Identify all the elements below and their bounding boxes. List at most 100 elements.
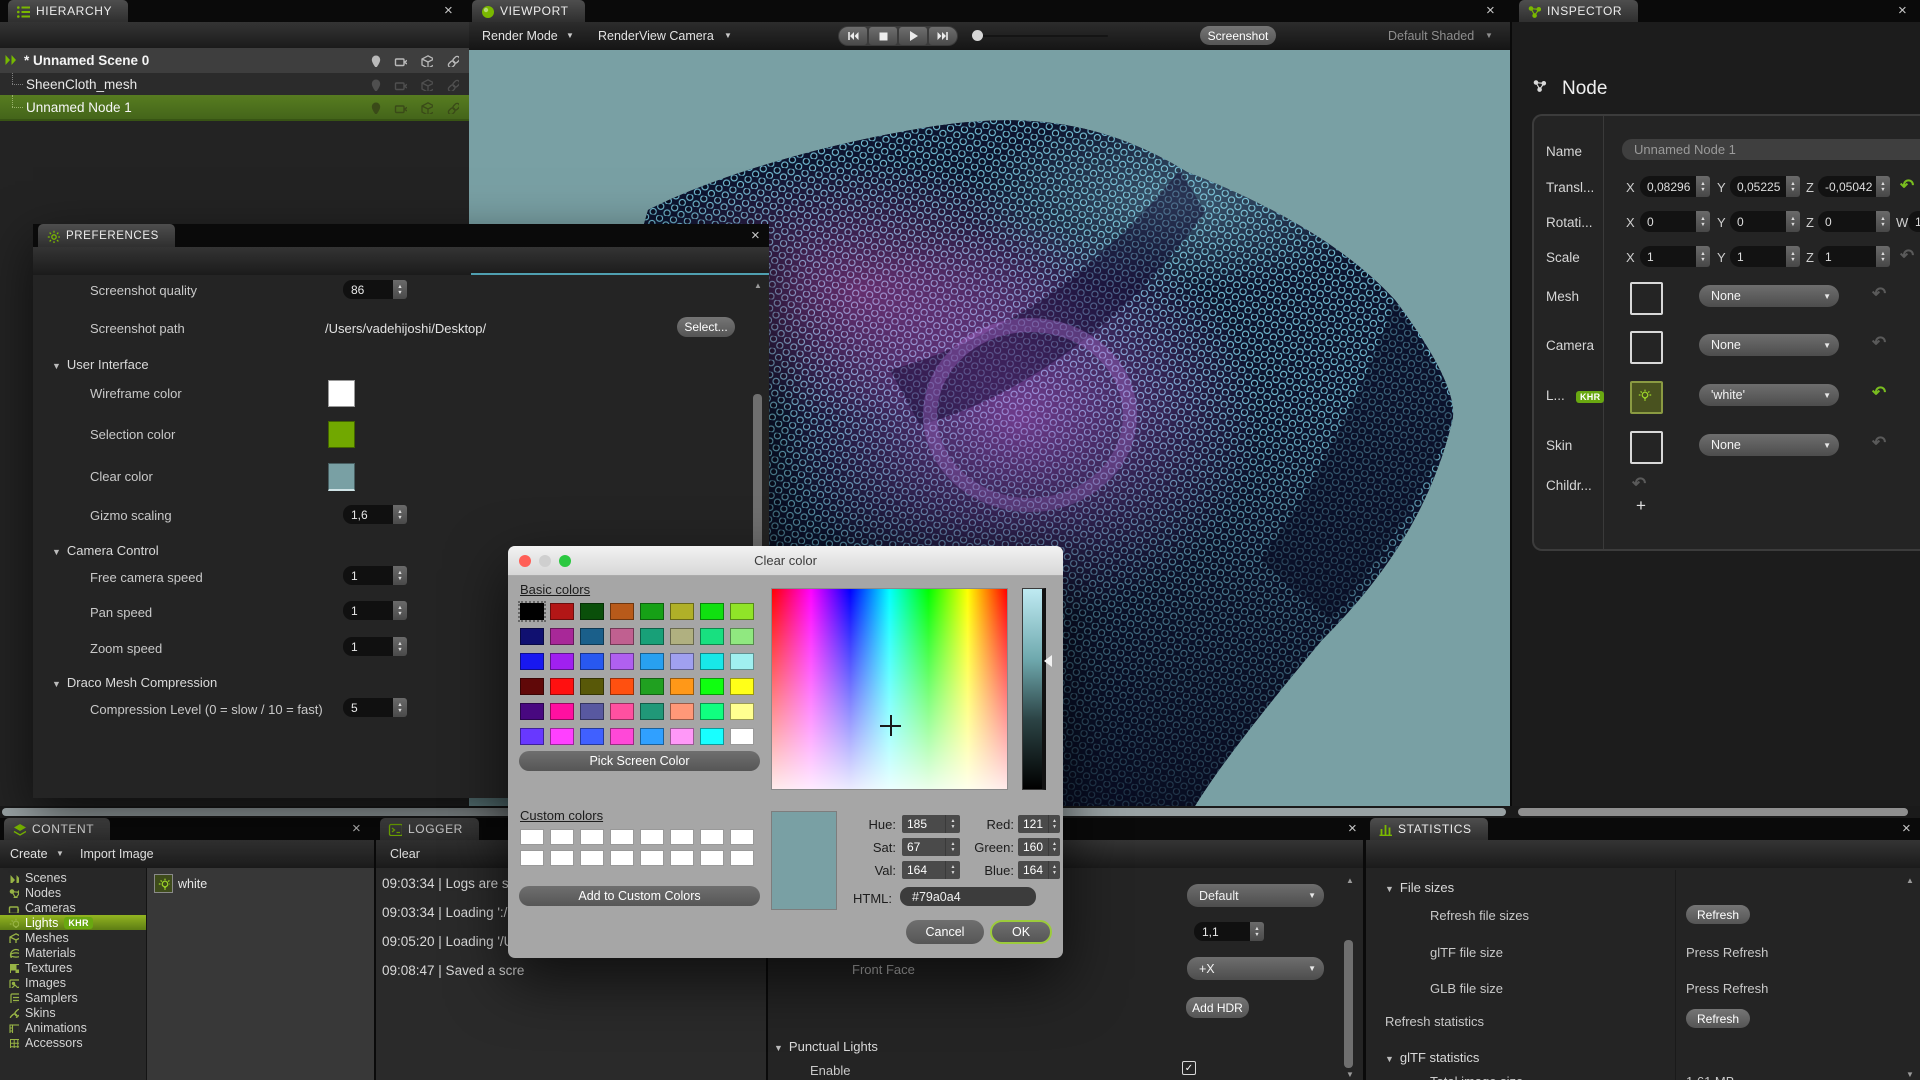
light-item-label[interactable]: white: [178, 877, 207, 891]
ok-button[interactable]: OK: [990, 920, 1052, 944]
basic-color-swatch[interactable]: [610, 628, 634, 645]
sidebar-item-scenes[interactable]: Scenes: [0, 870, 146, 885]
custom-color-swatch[interactable]: [580, 850, 604, 866]
sidebar-item-animations[interactable]: Animations: [0, 1020, 146, 1035]
link-icon[interactable]: [446, 101, 459, 114]
basic-color-swatch[interactable]: [610, 678, 634, 695]
link-icon[interactable]: [446, 78, 459, 91]
timeline-slider[interactable]: [975, 35, 1108, 37]
basic-color-swatch[interactable]: [640, 703, 664, 720]
custom-color-swatch[interactable]: [730, 829, 754, 845]
basic-color-swatch[interactable]: [550, 728, 574, 745]
basic-color-swatch[interactable]: [520, 628, 544, 645]
light-item-thumbnail[interactable]: [154, 874, 173, 893]
basic-color-swatch[interactable]: [670, 628, 694, 645]
compression-level-stepper[interactable]: 5▲▼: [343, 698, 407, 717]
basic-color-swatch[interactable]: [730, 728, 754, 745]
basic-color-swatch[interactable]: [550, 678, 574, 695]
pan-speed-stepper[interactable]: 1▲▼: [343, 601, 407, 620]
basic-color-swatch[interactable]: [730, 628, 754, 645]
hierarchy-row-scene[interactable]: * Unnamed Scene 0: [0, 48, 469, 73]
basic-color-swatch[interactable]: [640, 678, 664, 695]
basic-color-swatch[interactable]: [670, 653, 694, 670]
free-camera-speed-stepper[interactable]: 1▲▼: [343, 566, 407, 585]
basic-color-swatch[interactable]: [700, 653, 724, 670]
light-undo-icon[interactable]: ↶: [1872, 383, 1886, 403]
red-field[interactable]: 121▲▼: [1018, 815, 1060, 833]
video-camera-icon[interactable]: [394, 54, 407, 67]
basic-color-swatch[interactable]: [520, 653, 544, 670]
hue-field[interactable]: 185▲▼: [902, 815, 960, 833]
basic-color-swatch[interactable]: [610, 653, 634, 670]
skin-dropdown[interactable]: None▼: [1699, 434, 1839, 456]
tab-logger[interactable]: LOGGER: [380, 818, 479, 840]
tab-content[interactable]: CONTENT: [4, 818, 110, 840]
vertical-scrollbar[interactable]: [1344, 940, 1353, 1068]
basic-color-swatch[interactable]: [670, 728, 694, 745]
basic-color-swatch[interactable]: [670, 703, 694, 720]
rotation-y-field[interactable]: 0▲▼: [1730, 211, 1800, 232]
clear-color-swatch[interactable]: [328, 463, 355, 491]
mesh-row-icons[interactable]: [355, 78, 459, 91]
green-field[interactable]: 160▲▼: [1018, 838, 1060, 856]
clear-log-button[interactable]: Clear: [390, 847, 420, 861]
node-row-icons[interactable]: [355, 101, 459, 114]
value-slider[interactable]: [1022, 588, 1046, 790]
sat-field[interactable]: 67▲▼: [902, 838, 960, 856]
hierarchy-row-mesh[interactable]: SheenCloth_mesh: [0, 73, 469, 95]
scroll-down-icon[interactable]: ▼: [1346, 1070, 1354, 1079]
scale-undo-icon[interactable]: ↶: [1900, 246, 1914, 266]
sidebar-item-lights[interactable]: LightsKHR: [0, 915, 146, 930]
statistics-close-icon[interactable]: ×: [1902, 821, 1911, 836]
sidebar-item-cameras[interactable]: Cameras: [0, 900, 146, 915]
inspector-close-icon[interactable]: ×: [1898, 3, 1907, 18]
basic-color-swatch[interactable]: [580, 603, 604, 620]
enable-checkbox[interactable]: ✓: [1182, 1061, 1196, 1075]
import-image-button[interactable]: Import Image: [80, 847, 154, 861]
translation-x-field[interactable]: 0,08296▲▼: [1640, 176, 1710, 197]
skin-undo-icon[interactable]: ↶: [1872, 433, 1886, 453]
html-input[interactable]: #79a0a4: [900, 887, 1036, 906]
screenshot-button[interactable]: Screenshot: [1200, 26, 1276, 45]
custom-color-swatch[interactable]: [610, 850, 634, 866]
basic-color-swatch[interactable]: [730, 678, 754, 695]
camera-checkbox[interactable]: [1630, 331, 1663, 364]
basic-color-swatch[interactable]: [670, 678, 694, 695]
name-input[interactable]: Unnamed Node 1: [1622, 139, 1920, 160]
scale-x-field[interactable]: 1▲▼: [1640, 246, 1710, 267]
scroll-down-icon[interactable]: ▼: [1906, 1070, 1914, 1079]
location-pin-icon[interactable]: [368, 78, 381, 91]
basic-color-swatch[interactable]: [550, 603, 574, 620]
punctual-lights-header[interactable]: ▼Punctual Lights: [774, 1039, 878, 1054]
blue-field[interactable]: 164▲▼: [1018, 861, 1060, 879]
basic-color-swatch[interactable]: [550, 703, 574, 720]
screenshot-quality-stepper[interactable]: 86▲▼: [343, 280, 407, 299]
translation-undo-icon[interactable]: ↶: [1900, 176, 1914, 196]
location-pin-icon[interactable]: [368, 54, 381, 67]
shading-mode-dropdown[interactable]: Default Shaded: [1388, 29, 1474, 43]
video-camera-icon[interactable]: [394, 78, 407, 91]
gltf-statistics-header[interactable]: ▼glTF statistics: [1385, 1050, 1479, 1065]
mesh-dropdown[interactable]: None▼: [1699, 285, 1839, 307]
sidebar-item-nodes[interactable]: Nodes: [0, 885, 146, 900]
link-icon[interactable]: [446, 54, 459, 67]
custom-color-swatch[interactable]: [550, 850, 574, 866]
custom-color-swatch[interactable]: [670, 850, 694, 866]
play-button[interactable]: [899, 27, 927, 45]
custom-color-swatch[interactable]: [730, 850, 754, 866]
basic-color-swatch[interactable]: [670, 603, 694, 620]
basic-color-swatch[interactable]: [730, 703, 754, 720]
basic-color-swatch[interactable]: [550, 653, 574, 670]
basic-color-swatch[interactable]: [730, 653, 754, 670]
mesh-checkbox[interactable]: [1630, 282, 1663, 315]
sidebar-item-images[interactable]: Images: [0, 975, 146, 990]
skip-end-button[interactable]: [929, 27, 957, 45]
content-close-icon[interactable]: ×: [352, 821, 361, 836]
val-field[interactable]: 164▲▼: [902, 861, 960, 879]
dialog-title-bar[interactable]: Clear color: [508, 546, 1063, 576]
custom-color-swatch[interactable]: [520, 850, 544, 866]
basic-color-swatch[interactable]: [580, 628, 604, 645]
zoom-speed-stepper[interactable]: 1▲▼: [343, 637, 407, 656]
sidebar-item-skins[interactable]: Skins: [0, 1005, 146, 1020]
user-interface-header[interactable]: ▼User Interface: [52, 357, 149, 372]
